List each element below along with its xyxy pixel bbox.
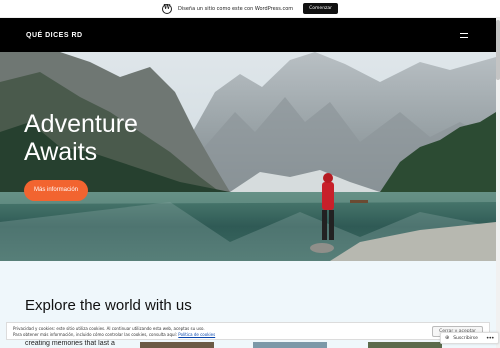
scrollbar-thumb[interactable] [496, 20, 500, 80]
start-button[interactable]: Comenzar [303, 3, 339, 14]
wordpress-logo-icon[interactable] [161, 3, 172, 14]
gallery-image-2[interactable] [253, 342, 327, 348]
gallery-image-1[interactable] [140, 342, 214, 348]
more-dots-icon[interactable]: ••• [486, 335, 495, 342]
section-title: Explore the world with us [25, 297, 192, 314]
section-text: creating memories that last a [25, 340, 115, 347]
cookie-policy-link[interactable]: Política de cookies [178, 332, 215, 337]
site-title[interactable]: QUÉ DICES RD [26, 32, 83, 39]
subscribe-label[interactable]: Suscribirse [453, 336, 478, 341]
cookie-banner: Privacidad y cookies: este sitio utiliza… [6, 322, 490, 340]
gallery-image-3[interactable] [368, 342, 442, 348]
cookie-text-line-1: Privacidad y cookies: este sitio utiliza… [13, 326, 205, 331]
hero-title: Adventure Awaits [24, 110, 224, 166]
hero-banner: Adventure Awaits Más información [0, 52, 496, 261]
hamburger-menu-icon[interactable] [460, 32, 468, 38]
wordpress-promo-bar: Diseña un sitio como este con WordPress.… [0, 0, 500, 18]
cookie-text-prefix: Para obtener más información, incluido c… [13, 332, 178, 337]
subscribe-widget[interactable]: ⊕ Suscribirse ••• [440, 332, 499, 344]
cookie-text-line-2: Para obtener más información, incluido c… [13, 332, 215, 337]
learn-more-button[interactable]: Más información [24, 180, 89, 201]
hero-title-line-1: Adventure [24, 110, 138, 138]
site-header: QUÉ DICES RD [0, 18, 496, 52]
promo-text: Diseña un sitio como este con WordPress.… [177, 5, 294, 12]
hero-title-line-2: Awaits [24, 138, 98, 166]
page-scrollbar[interactable] [496, 18, 500, 348]
follow-icon: ⊕ [445, 335, 450, 341]
